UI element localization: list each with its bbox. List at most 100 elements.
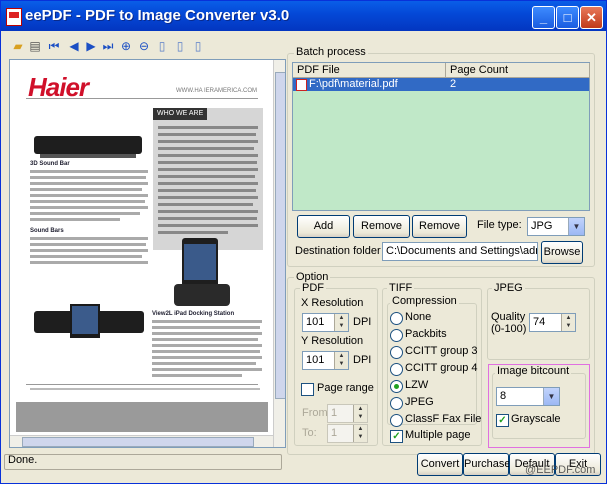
- fit-page-icon[interactable]: ▯: [155, 39, 169, 53]
- destination-folder-field[interactable]: C:\Documents and Settings\admin\Desk: [382, 242, 538, 261]
- chevron-down-icon[interactable]: ▼: [568, 218, 584, 235]
- vertical-scroll-thumb[interactable]: [275, 72, 285, 399]
- multiple-page-label: Multiple page: [405, 429, 471, 441]
- remove-all-button[interactable]: Remove all: [412, 215, 467, 253]
- file-type-label: File type:: [477, 219, 522, 231]
- watermark-text: @EEPDF.com: [525, 464, 596, 476]
- next-page-edge: [16, 402, 268, 432]
- pdf-options-label: PDF: [300, 282, 326, 294]
- jpeg-options-label: JPEG: [492, 282, 525, 294]
- close-button[interactable]: ✕: [580, 6, 603, 29]
- chevron-down-icon[interactable]: ▼: [543, 388, 559, 405]
- column-header-pdf-file[interactable]: PDF File: [293, 63, 446, 78]
- to-label: To:: [302, 427, 317, 439]
- radio-jpeg-label: JPEG: [405, 396, 434, 408]
- section-heading-1: 3D Sound Bar: [30, 161, 70, 167]
- convert-button[interactable]: Convert: [417, 453, 463, 476]
- pdf-app-icon: [6, 8, 22, 26]
- radio-jpeg[interactable]: [390, 397, 403, 410]
- file-type-select[interactable]: JPG ▼: [527, 217, 585, 236]
- radio-ccitt-group-4[interactable]: [390, 363, 403, 376]
- brand-url: WWW.HA IERAMERICA.COM: [176, 88, 257, 94]
- status-panel: [4, 454, 282, 470]
- row-file-name: F:\pdf\material.pdf: [309, 78, 398, 90]
- column-header-page-count[interactable]: Page Count: [446, 63, 590, 78]
- fit-width-icon[interactable]: ▯: [191, 39, 205, 53]
- browse-button[interactable]: Browse: [541, 241, 583, 264]
- app-window: eePDF - PDF to Image Converter v3.0 _ □ …: [0, 0, 607, 484]
- section-heading-3: View2L iPad Docking Station: [152, 311, 235, 317]
- title-bar[interactable]: eePDF - PDF to Image Converter v3.0 _ □ …: [1, 1, 606, 31]
- radio-classf-fax-file[interactable]: [390, 414, 403, 427]
- radio-none-label: None: [405, 311, 432, 323]
- page-range-checkbox[interactable]: [301, 383, 314, 396]
- radio-ccitt-group-3-label: CCITT group 3: [405, 345, 478, 357]
- soundbar-image: [34, 136, 142, 154]
- zoom-in-icon[interactable]: ⊕: [119, 39, 133, 53]
- radio-lzw-label: LZW: [405, 379, 429, 391]
- x-resolution-label: X Resolution: [301, 297, 364, 309]
- to-value: 1: [331, 427, 338, 439]
- actual-size-icon[interactable]: ▯: [173, 39, 187, 53]
- first-page-icon[interactable]: ⏮: [47, 39, 61, 53]
- preview-horizontal-scrollbar[interactable]: [10, 435, 273, 447]
- open-folder-icon[interactable]: ▰: [11, 39, 25, 53]
- zoom-out-icon[interactable]: ⊖: [137, 39, 151, 53]
- y-resolution-spinner[interactable]: 101 ▲ ▼: [302, 351, 349, 370]
- spin-arrows-icon[interactable]: ▲ ▼: [334, 352, 348, 369]
- maximize-button[interactable]: □: [556, 6, 579, 29]
- next-page-icon[interactable]: ▶: [84, 39, 98, 53]
- quality-range-label: (0-100): [491, 323, 527, 335]
- from-value: 1: [331, 407, 338, 419]
- spin-arrows-icon[interactable]: ▲ ▼: [353, 405, 367, 422]
- batch-process-label: Batch process: [294, 46, 368, 58]
- destination-folder-label: Destination folder: [295, 245, 381, 257]
- pdf-preview-pane[interactable]: Haier WWW.HA IERAMERICA.COM WHO WE ARE 3…: [9, 59, 286, 448]
- radio-lzw[interactable]: [390, 380, 403, 393]
- horizontal-scroll-thumb[interactable]: [22, 437, 254, 447]
- print-icon[interactable]: ▤: [28, 39, 42, 53]
- previous-page-icon[interactable]: ◀: [67, 39, 81, 53]
- last-page-icon[interactable]: ⏭: [101, 39, 115, 53]
- grayscale-label: Grayscale: [511, 413, 561, 425]
- pdf-page-thumbnail: Haier WWW.HA IERAMERICA.COM WHO WE ARE 3…: [16, 66, 268, 432]
- radio-packbits[interactable]: [390, 329, 403, 342]
- pdf-file-table[interactable]: PDF File Page Count F:\pdf\material.pdf …: [292, 62, 590, 211]
- status-text: Done.: [8, 454, 38, 466]
- from-spinner[interactable]: 1 ▲ ▼: [327, 404, 368, 423]
- spin-arrows-icon[interactable]: ▲ ▼: [561, 314, 575, 331]
- spin-arrows-icon[interactable]: ▲ ▼: [334, 314, 348, 331]
- purchase-button[interactable]: Purchase: [463, 453, 510, 476]
- table-row[interactable]: F:\pdf\material.pdf 2: [293, 78, 589, 91]
- x-resolution-spinner[interactable]: 101 ▲ ▼: [302, 313, 349, 332]
- radio-ccitt-group-3[interactable]: [390, 346, 403, 359]
- x-dpi-label: DPI: [353, 316, 372, 328]
- radio-packbits-label: Packbits: [405, 328, 447, 340]
- quality-label: Quality: [491, 311, 526, 323]
- sidebar-box: [153, 108, 263, 250]
- x-resolution-value: 101: [306, 316, 325, 328]
- image-bitcount-select[interactable]: 8 ▼: [496, 387, 560, 406]
- compression-label: Compression: [390, 295, 459, 307]
- row-page-count: 2: [450, 78, 457, 90]
- window-title: eePDF - PDF to Image Converter v3.0: [25, 7, 290, 24]
- spin-arrows-icon[interactable]: ▲ ▼: [353, 425, 367, 442]
- to-spinner[interactable]: 1 ▲ ▼: [327, 424, 368, 443]
- radio-classf-fax-file-label: ClassF Fax File: [405, 413, 482, 425]
- pdf-file-icon: [296, 79, 307, 91]
- radio-none[interactable]: [390, 312, 403, 325]
- minimize-button[interactable]: _: [532, 6, 555, 29]
- sidebar-heading: WHO WE ARE: [153, 108, 207, 120]
- image-bitcount-label: Image bitcount: [495, 365, 572, 377]
- radio-ccitt-group-4-label: CCITT group 4: [405, 362, 478, 374]
- quality-spinner[interactable]: 74 ▲ ▼: [529, 313, 576, 332]
- grayscale-checkbox[interactable]: ✓: [496, 414, 509, 427]
- y-dpi-label: DPI: [353, 354, 372, 366]
- multiple-page-checkbox[interactable]: ✓: [390, 430, 403, 443]
- add-button[interactable]: Add: [297, 215, 350, 238]
- preview-vertical-scrollbar[interactable]: [273, 60, 285, 447]
- y-resolution-label: Y Resolution: [301, 335, 364, 347]
- remove-button[interactable]: Remove: [353, 215, 410, 238]
- quality-value: 74: [533, 316, 546, 328]
- page-range-label: Page range: [317, 382, 374, 394]
